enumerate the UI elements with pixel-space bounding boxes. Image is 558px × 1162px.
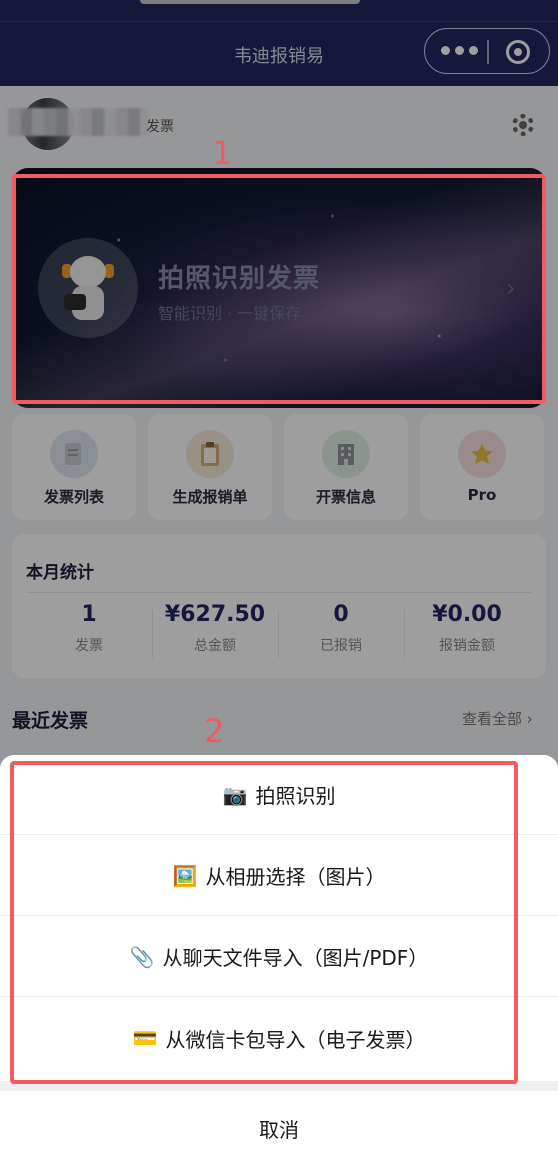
import-action-sheet: 📷 拍照识别 🖼️ 从相册选择（图片） 📎 从聊天文件导入（图片/PDF） 💳 … xyxy=(0,755,558,1162)
option-label: 从聊天文件导入（图片/PDF） xyxy=(162,946,429,970)
option-label: 从微信卡包导入（电子发票） xyxy=(165,1027,426,1052)
option-take-photo[interactable]: 📷 拍照识别 xyxy=(0,755,558,835)
camera-icon: 📷 xyxy=(222,782,248,807)
option-label: 从相册选择（图片） xyxy=(205,865,386,889)
option-from-card-wallet[interactable]: 💳 从微信卡包导入（电子发票） xyxy=(0,998,558,1078)
cancel-button[interactable]: 取消 xyxy=(0,1095,558,1162)
option-label: 拍照识别 xyxy=(255,784,336,808)
credit-card-icon: 💳 xyxy=(132,1026,158,1050)
option-from-album[interactable]: 🖼️ 从相册选择（图片） xyxy=(0,836,558,916)
sheet-gap xyxy=(0,1081,558,1091)
annotation-marker-2: 2 xyxy=(204,712,225,750)
annotation-marker-1: 1 xyxy=(212,134,233,172)
paperclip-icon: 📎 xyxy=(129,944,155,969)
option-from-chat-file[interactable]: 📎 从聊天文件导入（图片/PDF） xyxy=(0,917,558,997)
picture-icon: 🖼️ xyxy=(172,863,198,888)
